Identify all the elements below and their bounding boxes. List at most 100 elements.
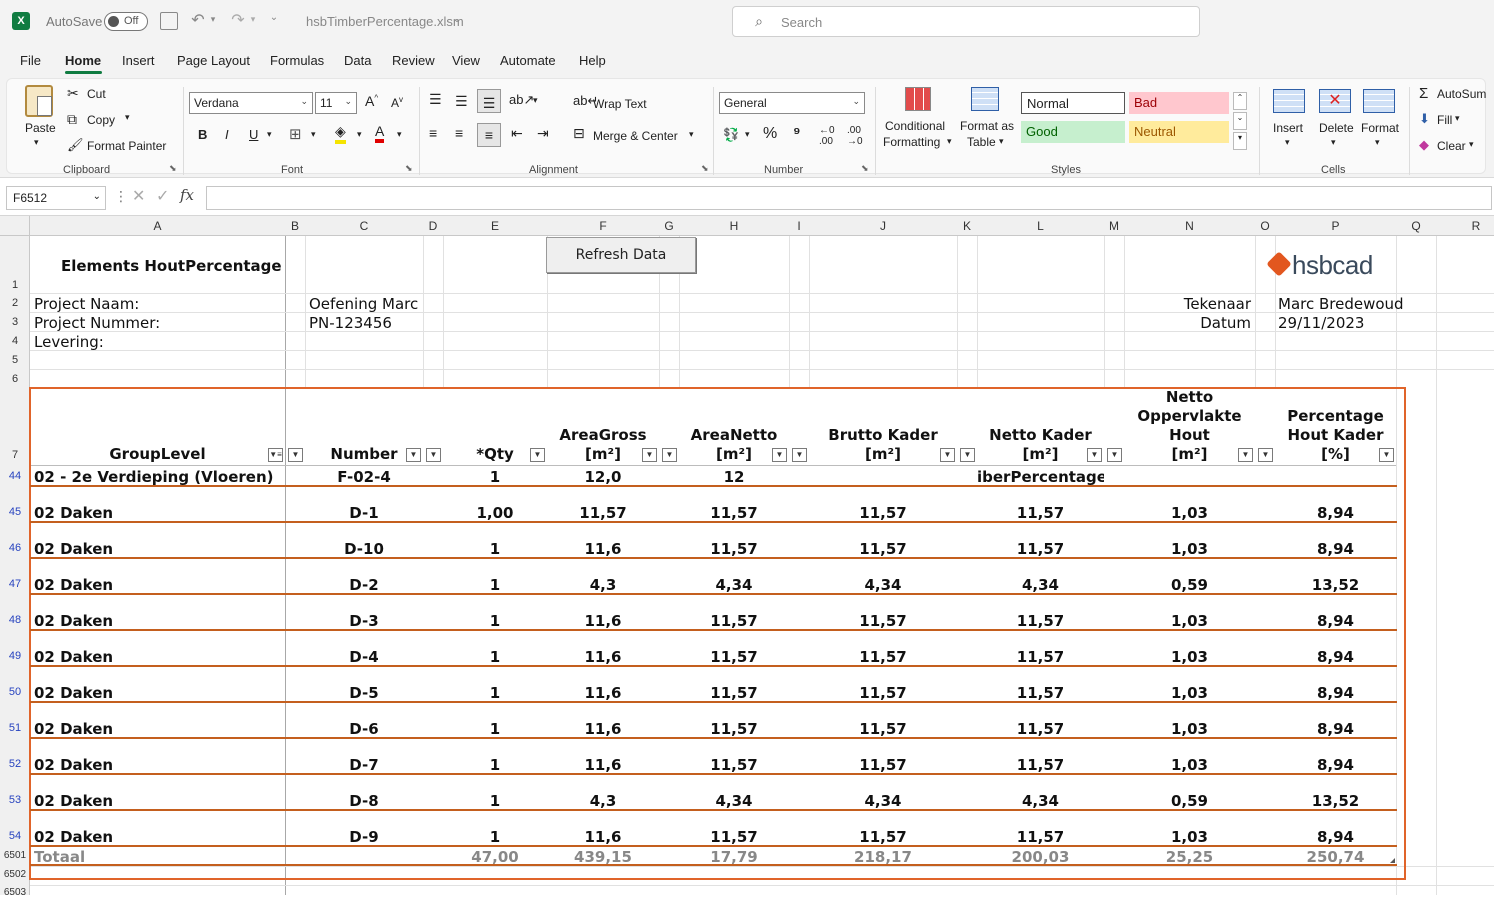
merge-dropdown-icon[interactable]: ▾: [689, 129, 694, 140]
cell-number[interactable]: D-3: [305, 612, 423, 630]
row-header[interactable]: 52: [0, 758, 30, 770]
cell-number[interactable]: D-7: [305, 756, 423, 774]
row-header[interactable]: 48: [0, 614, 30, 626]
row-header[interactable]: 6501: [0, 850, 30, 861]
filter-dropdown-icon[interactable]: ▼: [426, 448, 441, 462]
cell-areanetto[interactable]: 11,57: [679, 540, 789, 558]
column-header-i[interactable]: I: [789, 219, 809, 233]
merge-center-icon[interactable]: ⊟: [573, 125, 585, 142]
name-box[interactable]: F6512 ⌄: [6, 186, 106, 210]
row-header[interactable]: 7: [0, 449, 30, 461]
cell-grouplevel[interactable]: 02 - 2e Verdieping (Vloeren): [34, 468, 274, 486]
cell-oppervlakte-hout[interactable]: 1,03: [1124, 540, 1255, 558]
cell-grouplevel[interactable]: 02 Daken: [34, 792, 113, 810]
conditional-formatting-button[interactable]: Conditional: [885, 119, 945, 133]
style-bad[interactable]: Bad: [1129, 92, 1229, 114]
row-header[interactable]: 6: [0, 373, 30, 385]
cell-percentage[interactable]: 8,94: [1275, 612, 1396, 630]
column-header-r[interactable]: R: [1436, 219, 1494, 233]
underline-dropdown-icon[interactable]: ▾: [267, 129, 272, 140]
cell-netto-kader[interactable]: iberPercentage.: [977, 468, 1104, 486]
cell-areagross[interactable]: 11,6: [547, 540, 659, 558]
fill-dropdown-icon[interactable]: ▾: [1455, 113, 1460, 124]
bold-icon[interactable]: B: [198, 127, 207, 142]
wrap-text-button[interactable]: Wrap Text: [593, 97, 647, 111]
cell-areagross[interactable]: 11,6: [547, 828, 659, 846]
cell-number[interactable]: D-2: [305, 576, 423, 594]
fill-button[interactable]: Fill: [1437, 113, 1452, 127]
redo-dropdown-icon[interactable]: ▾: [248, 14, 258, 25]
cell-areanetto[interactable]: 11,57: [679, 612, 789, 630]
cell-areanetto[interactable]: 4,34: [679, 792, 789, 810]
row-header[interactable]: 45: [0, 506, 30, 518]
cell-areagross[interactable]: 4,3: [547, 576, 659, 594]
cell-oppervlakte-hout[interactable]: 1,03: [1124, 612, 1255, 630]
align-left-icon[interactable]: ≡: [429, 125, 437, 141]
filename-chevron-down-icon[interactable]: ⌄: [451, 14, 463, 25]
row-header[interactable]: 6502: [0, 869, 30, 880]
underline-icon[interactable]: U: [249, 127, 258, 142]
cell-number[interactable]: D-6: [305, 720, 423, 738]
cell-number[interactable]: D-4: [305, 648, 423, 666]
cell-grouplevel[interactable]: 02 Daken: [34, 828, 113, 846]
increase-font-size-icon[interactable]: A^: [365, 93, 378, 109]
cell-netto-kader[interactable]: 4,34: [977, 792, 1104, 810]
column-header-q[interactable]: Q: [1396, 219, 1436, 233]
column-header-e[interactable]: E: [443, 219, 547, 233]
cell-brutto-kader[interactable]: 11,57: [809, 612, 957, 630]
cell-netto-kader[interactable]: 11,57: [977, 828, 1104, 846]
cell-qty[interactable]: 1: [443, 540, 547, 558]
cell-netto-kader[interactable]: 11,57: [977, 684, 1104, 702]
column-header-m[interactable]: M: [1104, 219, 1124, 233]
filter-dropdown-icon[interactable]: ▼: [642, 448, 657, 462]
redo-icon[interactable]: ↷: [228, 10, 248, 30]
filter-dropdown-icon[interactable]: ▼: [1238, 448, 1253, 462]
font-name-select[interactable]: Verdana ⌄: [189, 92, 313, 114]
cell-grouplevel[interactable]: 02 Daken: [34, 720, 113, 738]
column-header-o[interactable]: O: [1255, 219, 1275, 233]
grouplevel-filter-icon[interactable]: ▼≡: [268, 448, 283, 462]
styles-scroll-up-icon[interactable]: ⌃: [1233, 92, 1247, 110]
column-header-a[interactable]: A: [30, 219, 285, 233]
delete-dropdown-icon[interactable]: ▾: [1331, 137, 1336, 148]
cell-qty[interactable]: 1: [443, 720, 547, 738]
merge-center-button[interactable]: Merge & Center: [593, 129, 678, 143]
filter-dropdown-icon[interactable]: ▼: [1107, 448, 1122, 462]
cell-oppervlakte-hout[interactable]: 1,03: [1124, 504, 1255, 522]
cell-oppervlakte-hout[interactable]: 0,59: [1124, 792, 1255, 810]
file-name[interactable]: hsbTimberPercentage.xlsm: [306, 14, 464, 29]
cell-brutto-kader[interactable]: 11,57: [809, 756, 957, 774]
insert-dropdown-icon[interactable]: ▾: [1285, 137, 1290, 148]
column-header-c[interactable]: C: [305, 219, 423, 233]
alignment-launcher-icon[interactable]: ⬊: [701, 163, 709, 174]
row-header[interactable]: 54: [0, 830, 30, 842]
insert-cells-button[interactable]: Insert: [1273, 121, 1303, 135]
cell-oppervlakte-hout[interactable]: 1,03: [1124, 720, 1255, 738]
tab-home[interactable]: Home: [65, 53, 101, 68]
cut-button[interactable]: Cut: [87, 87, 106, 101]
tab-formulas[interactable]: Formulas: [270, 53, 324, 68]
styles-scroll-down-icon[interactable]: ⌄: [1233, 112, 1247, 130]
formula-input[interactable]: [206, 186, 1492, 210]
clipboard-launcher-icon[interactable]: ⬊: [169, 163, 177, 174]
delete-cells-icon[interactable]: ✕: [1319, 89, 1351, 113]
clear-dropdown-icon[interactable]: ▾: [1469, 139, 1474, 150]
styles-more-icon[interactable]: ▾: [1233, 132, 1247, 150]
select-all-corner[interactable]: [0, 216, 30, 236]
format-cells-button[interactable]: Format: [1361, 121, 1399, 135]
clear-button[interactable]: Clear: [1437, 139, 1466, 153]
row-header[interactable]: 51: [0, 722, 30, 734]
autosave-toggle[interactable]: Off: [104, 12, 148, 31]
font-color-icon[interactable]: A: [375, 123, 385, 143]
cell-netto-kader[interactable]: 11,57: [977, 756, 1104, 774]
align-center-icon[interactable]: ≡: [455, 125, 463, 141]
decrease-decimal-icon[interactable]: .00 →0: [847, 125, 863, 147]
borders-icon[interactable]: ⊞: [289, 125, 302, 143]
cell-oppervlakte-hout[interactable]: 1,03: [1124, 828, 1255, 846]
italic-icon[interactable]: I: [225, 127, 229, 142]
cell-percentage[interactable]: 13,52: [1275, 576, 1396, 594]
row-header[interactable]: 2: [0, 297, 30, 309]
cell-netto-kader[interactable]: 11,57: [977, 648, 1104, 666]
format-as-table-icon[interactable]: [971, 87, 999, 111]
cell-grouplevel[interactable]: 02 Daken: [34, 540, 113, 558]
